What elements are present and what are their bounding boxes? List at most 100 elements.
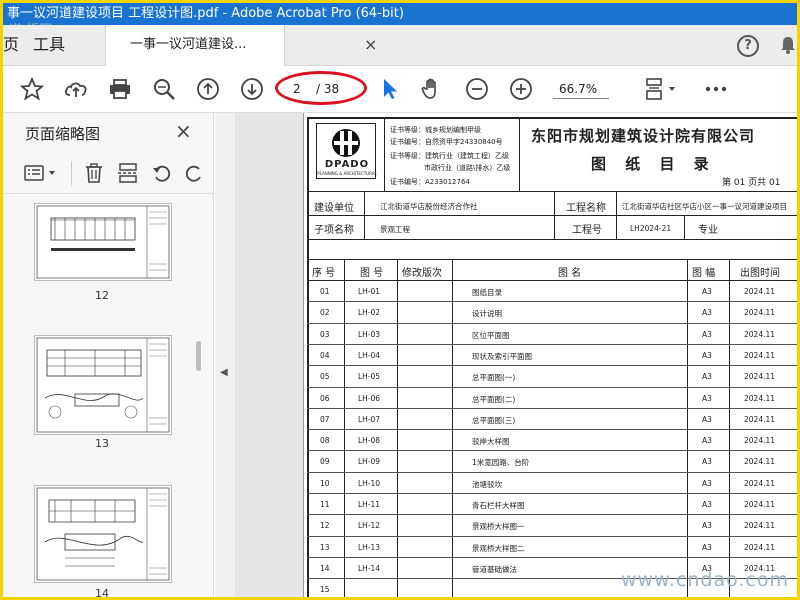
col-header-name: 图 名 (558, 268, 582, 279)
tab-home[interactable]: 页 (3, 25, 21, 65)
table-cell-size: A3 (702, 478, 712, 488)
tab-document[interactable]: 一事一议河道建设... × (105, 25, 377, 66)
tab-close-button[interactable]: × (364, 25, 380, 65)
next-page-icon[interactable] (239, 76, 265, 102)
table-cell-code: LH-13 (358, 542, 381, 552)
col-line-4 (687, 259, 688, 597)
col-line-1 (344, 259, 345, 597)
table-row-line (307, 471, 797, 473)
table-cell-no: 07 (320, 414, 330, 424)
page-info: 第 01 页共 01 (722, 178, 781, 188)
table-top-line (307, 259, 797, 260)
extract-page-icon[interactable] (117, 162, 139, 184)
drawing-frame (307, 117, 797, 597)
table-cell-code: LH-10 (358, 478, 381, 488)
subproject-label: 子项名称 (314, 225, 354, 236)
thumbnail-label-13: 13 (95, 437, 109, 450)
project-label: 工程名称 (566, 203, 606, 214)
project-no-value: LH2024-21 (630, 224, 672, 233)
table-cell-code: LH-09 (358, 457, 381, 467)
window-title: 事一议河道建设项目 工程设计图.pdf - Adobe Acrobat Pro … (7, 6, 404, 21)
print-icon[interactable] (107, 76, 133, 102)
major-label: 专业 (698, 225, 718, 236)
table-cell-code: LH-08 (358, 436, 381, 446)
table-cell-date: 2024.11 (744, 372, 776, 382)
table-cell-date: 2024.11 (744, 436, 776, 446)
cert-line-2: 证书编号：自然资甲字24330840号 (390, 138, 503, 146)
table-cell-name: 总平面图(二) (472, 394, 516, 404)
panel-collapse-handle[interactable]: ◀ (215, 113, 235, 597)
logo-subtext: PLANNING & ARCHITECTURAL (317, 171, 377, 176)
hand-tool-icon[interactable] (419, 76, 445, 102)
tab-bar: 页 工具 一事一议河道建设... × ? (3, 25, 797, 66)
table-cell-no: 12 (320, 521, 330, 531)
table-row-line (307, 386, 797, 388)
rotate-left-icon[interactable] (151, 162, 173, 184)
table-cell-date: 2024.11 (744, 308, 776, 318)
table-cell-date: 2024.11 (744, 478, 776, 488)
thumbnails-scrollbar[interactable] (196, 341, 201, 371)
thumbnails-panel: 页面缩略图 × 12 13 14 (3, 113, 214, 597)
thumbnail-page-14[interactable] (34, 485, 172, 583)
table-cell-size: A3 (702, 542, 712, 552)
col-header-size: 图 幅 (692, 268, 716, 279)
zoom-search-icon[interactable] (151, 76, 177, 102)
document-title: 图 纸 目 录 (591, 155, 716, 173)
cloud-upload-icon[interactable] (63, 76, 89, 102)
previous-page-icon[interactable] (195, 76, 221, 102)
bookmark-star-icon[interactable] (19, 76, 45, 102)
table-cell-size: A3 (702, 372, 712, 382)
help-button[interactable]: ? (737, 35, 759, 57)
table-cell-size: A3 (702, 350, 712, 360)
table-cell-name: 设计说明 (472, 309, 502, 319)
thumbnail-page-13[interactable] (34, 335, 172, 435)
window-title-bar: 事一议河道建设项目 工程设计图.pdf - Adobe Acrobat Pro … (3, 3, 797, 25)
header-bottom-line (307, 191, 797, 192)
table-cell-code: LH-03 (358, 329, 381, 339)
table-cell-size: A3 (702, 393, 712, 403)
thumbnail-options-icon[interactable] (23, 163, 63, 183)
notification-bell-icon[interactable] (779, 35, 797, 55)
more-options-icon[interactable] (701, 76, 731, 102)
delete-page-icon[interactable] (83, 162, 105, 184)
zoom-level-select[interactable]: 66.7% (553, 79, 609, 99)
table-row-line (307, 322, 797, 324)
table-cell-code: LH-02 (358, 308, 381, 318)
table-cell-no: 02 (320, 308, 330, 318)
rotate-right-icon[interactable] (183, 162, 205, 184)
zoom-in-icon[interactable] (508, 76, 534, 102)
unit-value: 江北街道华店股份经济合作社 (380, 202, 478, 211)
select-cursor-icon[interactable] (377, 76, 403, 102)
page-fit-icon[interactable] (643, 76, 679, 102)
table-cell-no: 01 (320, 287, 330, 296)
acrobat-window: 事一议河道建设项目 工程设计图.pdf - Adobe Acrobat Pro … (0, 0, 800, 600)
info-divider-d (684, 215, 685, 239)
table-row-line (307, 514, 797, 516)
table-cell-size: A3 (702, 521, 712, 531)
table-cell-size: A3 (702, 500, 712, 509)
col-header-rev: 修改版次 (402, 268, 442, 279)
table-cell-date: 2024.11 (744, 542, 776, 552)
table-cell-code: LH-14 (358, 563, 381, 573)
thumbnail-label-12: 12 (95, 289, 109, 302)
unit-label: 建设单位 (314, 203, 354, 214)
table-cell-code: LH-01 (358, 287, 381, 296)
table-cell-name: 池塘驳坎 (472, 479, 502, 489)
table-row-line (307, 301, 797, 303)
subproject-value: 景观工程 (380, 225, 410, 234)
tab-tools[interactable]: 工具 (33, 25, 93, 65)
table-cell-date: 2024.11 (744, 521, 776, 531)
toolbar-divider (71, 161, 72, 185)
thumbnail-page-12[interactable] (34, 203, 172, 281)
header-divider-2 (519, 119, 520, 191)
table-row-line (307, 450, 797, 452)
thumbnails-panel-close-button[interactable]: × (175, 119, 192, 143)
zoom-out-icon[interactable] (464, 76, 490, 102)
table-row-line (307, 493, 797, 494)
table-cell-size: A3 (702, 308, 712, 318)
table-cell-size: A3 (702, 287, 712, 296)
table-row-line (307, 535, 797, 537)
table-cell-size: A3 (702, 457, 712, 467)
table-cell-no: 03 (320, 329, 330, 339)
project-no-label: 工程号 (572, 225, 602, 236)
